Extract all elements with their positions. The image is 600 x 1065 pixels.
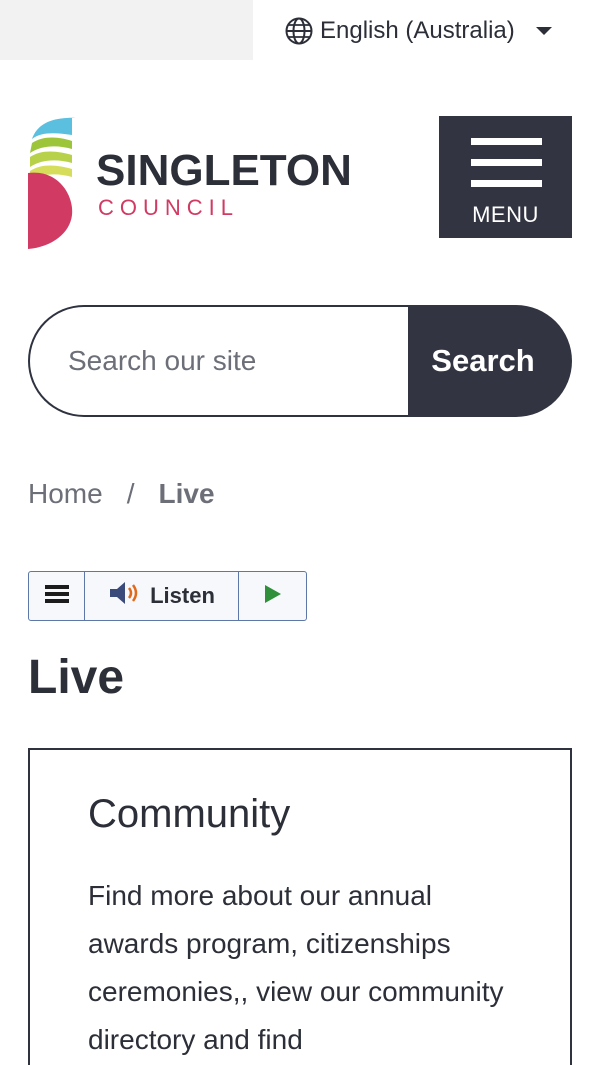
hamburger-icon [44, 583, 70, 610]
menu-label: MENU [472, 202, 539, 227]
hamburger-icon [471, 138, 542, 201]
language-label: English (Australia) [320, 17, 515, 44]
language-select[interactable]: English (Australia) [284, 14, 553, 48]
listen-label: Listen [150, 583, 215, 608]
card-title[interactable]: Community [88, 792, 290, 836]
search-input[interactable] [28, 305, 408, 417]
logo-subtitle: COUNCIL [98, 195, 240, 220]
top-bar: English (Australia) [0, 0, 600, 60]
breadcrumb-current: Live [158, 478, 215, 509]
caret-down-icon [535, 26, 553, 36]
speaker-icon [108, 580, 142, 612]
play-button[interactable] [239, 572, 306, 620]
listen-button[interactable]: Listen [85, 572, 239, 620]
council-logo-mark-icon [28, 117, 75, 249]
top-bar-shade [0, 0, 253, 60]
breadcrumb-separator: / [126, 478, 135, 509]
community-card[interactable]: Community Find more about our annual awa… [28, 748, 572, 1065]
listen-menu-button[interactable] [29, 572, 85, 620]
card-description: Find more about our annual awards progra… [88, 880, 504, 1055]
site-search: Search [28, 305, 572, 417]
site-logo[interactable]: SINGLETON COUNCIL [28, 115, 368, 250]
globe-icon [284, 16, 314, 46]
menu-button[interactable]: MENU [439, 116, 572, 238]
breadcrumb: Home / Live [28, 478, 215, 510]
search-button[interactable]: Search [408, 305, 572, 417]
page-title: Live [28, 651, 125, 704]
logo-title: SINGLETON [96, 146, 352, 195]
page: English (Australia) SINGLETON COUNCIL ME… [0, 0, 600, 1065]
listen-toolbar: Listen [28, 571, 307, 621]
breadcrumb-home-link[interactable]: Home [28, 478, 103, 510]
play-icon [263, 583, 283, 610]
